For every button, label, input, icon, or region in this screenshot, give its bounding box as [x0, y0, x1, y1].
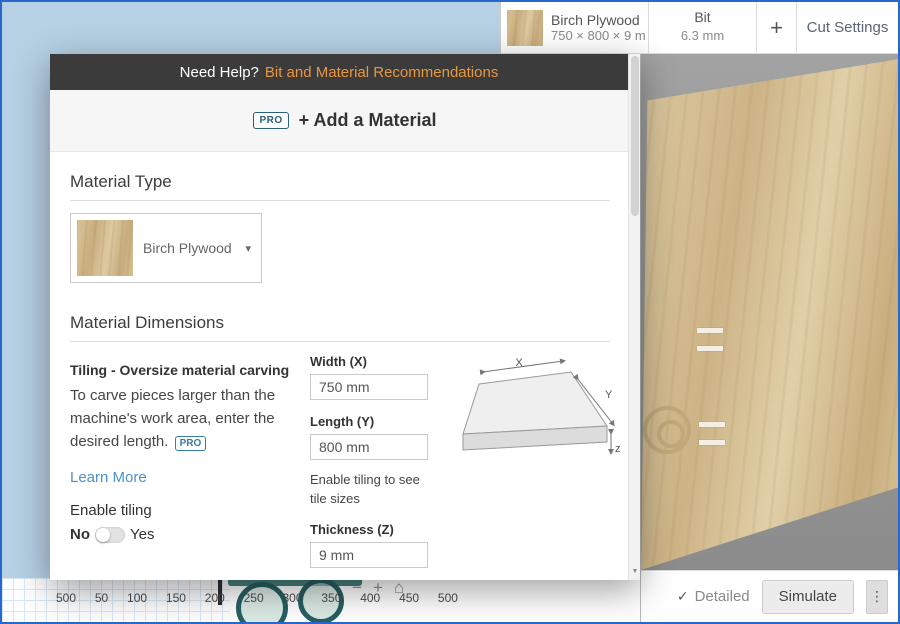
toggle-no-label: No — [70, 526, 90, 543]
divider — [70, 200, 610, 201]
carved-slot — [697, 346, 723, 351]
preview-toolbar: ✓ Detailed Simulate ⋮ — [641, 570, 898, 622]
add-bit-button[interactable]: + — [756, 2, 796, 53]
dialog-body: Material Type Birch Plywood ▾ Material D… — [50, 152, 640, 580]
material-type-heading: Material Type — [70, 172, 172, 191]
detailed-label: Detailed — [694, 588, 750, 605]
scrollbar-thumb[interactable] — [631, 56, 639, 216]
add-material-dialog: Need Help? Bit and Material Recommendati… — [50, 54, 640, 580]
carved-spiral — [643, 406, 691, 454]
ruler-label: 200 — [204, 591, 225, 605]
dimensions-section: Tiling - Oversize material carving To ca… — [70, 354, 621, 580]
wood-stock-render — [641, 59, 898, 570]
zoom-out-icon[interactable]: − — [352, 578, 362, 598]
check-icon: ✓ — [676, 588, 689, 604]
bit-label: Bit — [694, 9, 711, 25]
zoom-controls: − + ⌂ — [352, 578, 404, 598]
ruler-label: 150 — [165, 591, 186, 605]
zoom-home-icon[interactable]: ⌂ — [394, 578, 404, 598]
chevron-down-icon: ▾ — [245, 242, 251, 255]
simulate-button[interactable]: Simulate — [761, 579, 854, 614]
material-swatch-icon — [507, 9, 543, 46]
ruler-label: 100 — [127, 591, 148, 605]
tiling-title: Tiling - Oversize material carving — [70, 362, 290, 378]
dialog-help-bar: Need Help? Bit and Material Recommendati… — [50, 54, 640, 90]
dialog-title-bar: PRO + Add a Material — [50, 90, 640, 152]
width-label: Width (X) — [310, 354, 367, 369]
kebab-menu-icon: ⋮ — [870, 588, 884, 604]
preview-3d-viewport[interactable] — [641, 54, 898, 570]
material-summary-button[interactable]: Birch Plywood 750 × 800 × 9 m — [501, 2, 648, 53]
pro-badge: PRO — [174, 436, 207, 451]
thickness-label: Thickness (Z) — [310, 522, 394, 537]
bit-summary-button[interactable]: Bit 6.3 mm — [648, 2, 756, 53]
width-input[interactable] — [310, 374, 428, 400]
ruler-label: 350 — [321, 591, 342, 605]
scrollbar-down-arrow[interactable]: ▼ — [629, 564, 641, 578]
toggle-knob — [96, 527, 110, 542]
material-dimensions-heading: Material Dimensions — [70, 313, 224, 332]
top-toolbar: Birch Plywood 750 × 800 × 9 m Bit 6.3 mm… — [500, 2, 898, 54]
length-label: Length (Y) — [310, 414, 375, 429]
selected-material-label: Birch Plywood — [143, 240, 232, 256]
cut-settings-button[interactable]: Cut Settings — [796, 2, 898, 53]
length-input[interactable] — [310, 434, 428, 460]
tiling-toggle-row: No Yes — [70, 526, 312, 543]
cut-settings-label: Cut Settings — [806, 19, 889, 36]
learn-more-link[interactable]: Learn More — [70, 469, 147, 486]
material-swatch-icon — [77, 220, 133, 276]
material-type-select[interactable]: Birch Plywood ▾ — [70, 213, 262, 283]
dialog-scrollbar[interactable]: ▼ — [628, 54, 640, 580]
help-prefix: Need Help? — [179, 63, 259, 81]
material-dimensions: 750 × 800 × 9 m — [551, 28, 646, 43]
dialog-title: + Add a Material — [298, 110, 437, 130]
preview-pane: ✓ Detailed Simulate ⋮ — [640, 54, 898, 622]
preview-menu-button[interactable]: ⋮ — [866, 579, 888, 614]
bit-value: 6.3 mm — [680, 28, 725, 43]
dimension-fields-column: Width (X) Length (Y) Enable tiling to se… — [310, 354, 440, 568]
enable-tiling-label: Enable tiling — [70, 502, 152, 519]
tiling-description: To carve pieces larger than the machine'… — [70, 384, 312, 455]
ruler-label: 500 — [437, 591, 458, 605]
toggle-yes-label: Yes — [130, 526, 155, 543]
thickness-input[interactable] — [310, 542, 428, 568]
material-name: Birch Plywood — [551, 12, 640, 28]
tiling-toggle-switch[interactable] — [95, 526, 125, 543]
plus-icon: + — [770, 14, 783, 40]
ruler-label: 250 — [243, 591, 264, 605]
tiling-description-text: To carve pieces larger than the machine'… — [70, 387, 276, 450]
pro-badge: PRO — [253, 112, 289, 129]
axis-y-label: Y — [605, 389, 613, 401]
carved-slot — [699, 440, 725, 445]
divider — [70, 341, 610, 342]
axis-x-label: X — [515, 357, 523, 369]
easel-app-window: Birch Plywood 750 × 800 × 9 m Bit 6.3 mm… — [0, 0, 900, 624]
zoom-in-icon[interactable]: + — [373, 578, 383, 598]
arrow-down-icon: ▼ — [631, 567, 639, 575]
detailed-toggle[interactable]: ✓ Detailed — [677, 588, 750, 605]
axis-z-label: z — [615, 443, 621, 455]
ruler-label: 300 — [282, 591, 303, 605]
dimensions-diagram: X Y z — [455, 356, 625, 476]
ruler-label: 50 — [94, 591, 109, 605]
carved-slot — [699, 422, 725, 427]
tiling-info-column: Tiling - Oversize material carving To ca… — [70, 362, 312, 543]
ruler-label: 500 — [56, 591, 77, 605]
carved-slot — [697, 328, 723, 333]
bit-material-recommendations-link[interactable]: Bit and Material Recommendations — [265, 64, 498, 81]
tiling-hint: Enable tiling to see tile sizes — [310, 472, 420, 506]
material-slab-diagram: X Y z — [462, 357, 621, 455]
canvas-bottom-strip: 500 50 100 150 200 250 300 350 400 450 5… — [2, 570, 640, 622]
